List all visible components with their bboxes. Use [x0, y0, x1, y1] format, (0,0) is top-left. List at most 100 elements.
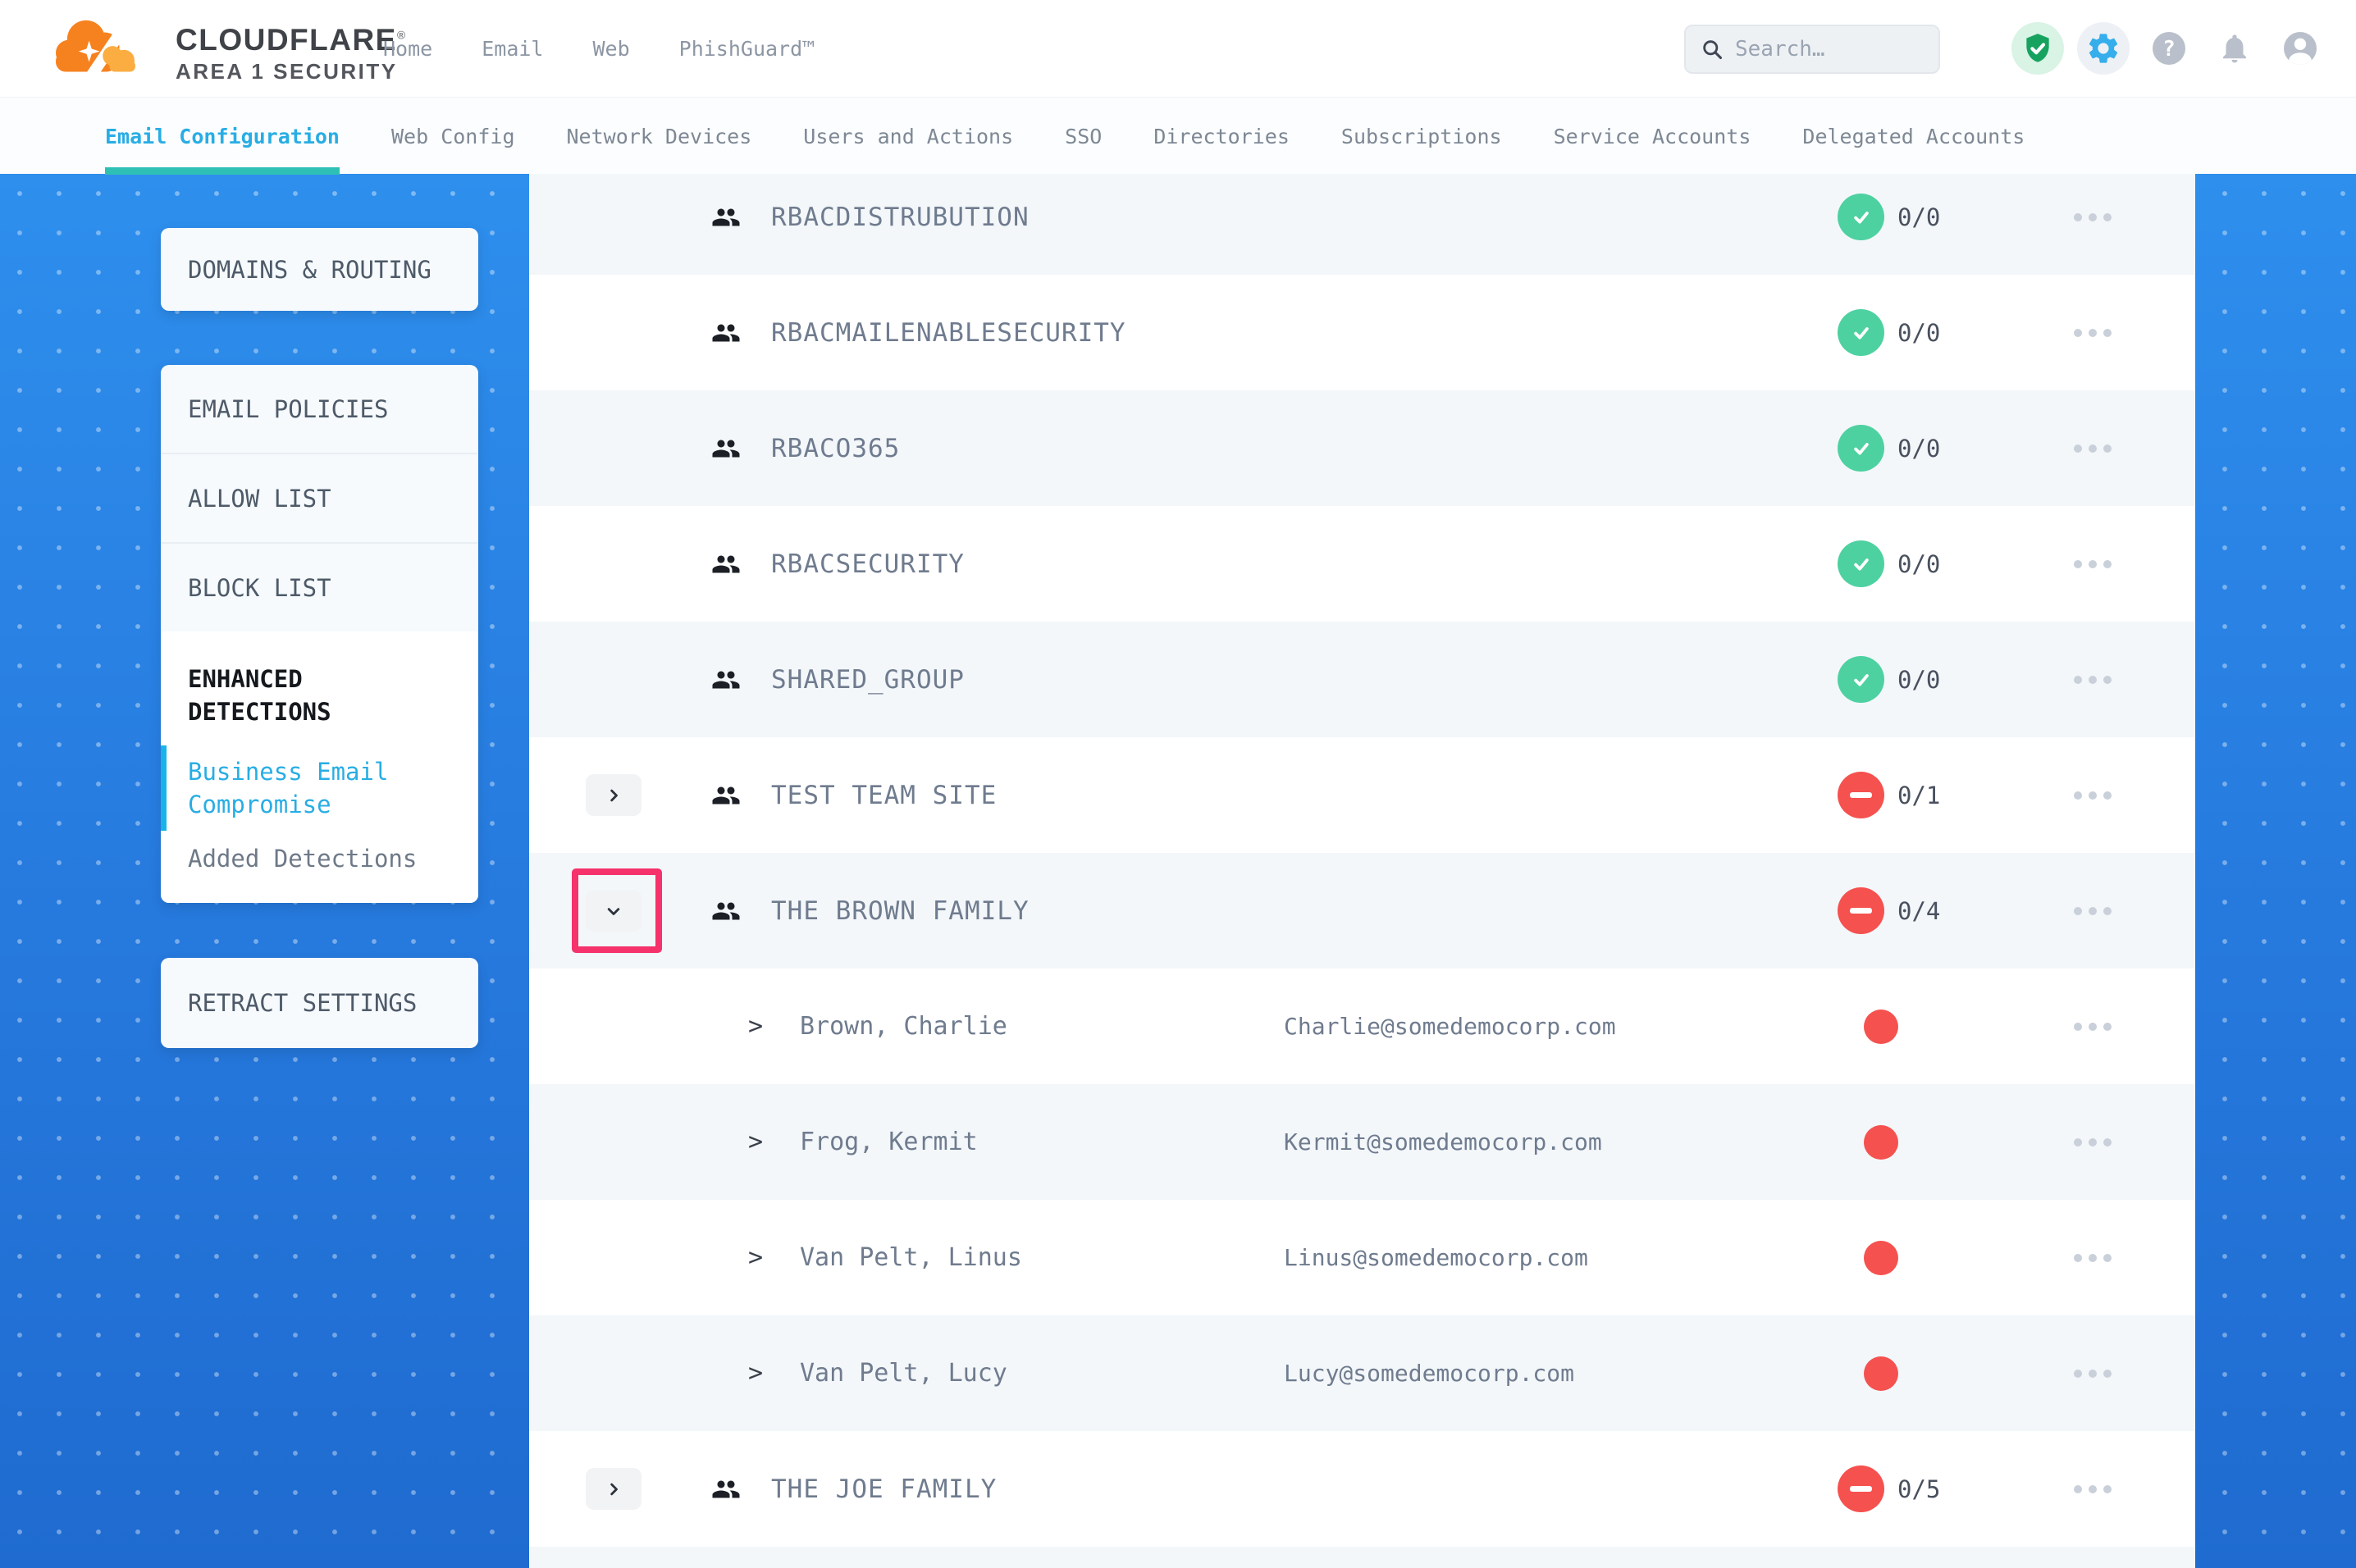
nav-item-email[interactable]: Email	[482, 37, 543, 61]
sidebar-item-label: Added Detections	[188, 845, 417, 873]
row-actions-menu[interactable]	[2074, 1431, 2112, 1547]
sidebar-item-business-email-compromise[interactable]: Business Email Compromise	[188, 755, 393, 821]
member-chevron-icon[interactable]: >	[748, 1084, 763, 1200]
cloudflare-cloud-icon	[46, 13, 144, 82]
bell-icon[interactable]	[2208, 22, 2261, 75]
table-row-partial	[529, 1547, 2195, 1568]
member-status-dot	[1864, 1356, 1898, 1391]
status-badge-fail-icon	[1838, 772, 1884, 818]
search-input[interactable]	[1735, 37, 1924, 62]
row-actions-menu[interactable]	[2074, 622, 2112, 737]
group-people-icon	[711, 318, 741, 351]
member-name: Frog, Kermit	[800, 1084, 978, 1200]
sidebar-item-email-policies[interactable]: EMAIL POLICIES	[161, 365, 478, 453]
user-avatar-icon[interactable]	[2274, 22, 2326, 75]
member-status-dot	[1864, 1125, 1898, 1160]
sidebar-card-retract-settings: RETRACT SETTINGS	[161, 958, 478, 1048]
status-count: 0/0	[1897, 275, 1940, 390]
member-email: Kermit@somedemocorp.com	[1284, 1084, 1602, 1200]
tab-subscriptions[interactable]: Subscriptions	[1341, 98, 1502, 175]
member-status-dot	[1864, 1241, 1898, 1275]
member-email: Charlie@somedemocorp.com	[1284, 969, 1616, 1084]
search-icon	[1701, 37, 1724, 62]
search-box[interactable]	[1684, 25, 1940, 74]
status-count: 0/4	[1897, 853, 1940, 969]
group-people-icon	[711, 434, 741, 467]
nav-item-home[interactable]: Home	[383, 37, 432, 61]
member-chevron-icon[interactable]: >	[748, 969, 763, 1084]
tab-users-and-actions[interactable]: Users and Actions	[803, 98, 1013, 175]
header-icon-group: ?	[2011, 22, 2326, 75]
table-row-group: RBACO3650/0	[529, 390, 2195, 506]
expand-group-button[interactable]	[586, 774, 642, 816]
group-name: TEST TEAM SITE	[771, 737, 997, 853]
member-name: Van Pelt, Lucy	[800, 1315, 1007, 1431]
group-people-icon	[711, 549, 741, 582]
tab-delegated-accounts[interactable]: Delegated Accounts	[1802, 98, 2025, 175]
tab-web-config[interactable]: Web Config	[391, 98, 515, 175]
row-actions-menu[interactable]	[2074, 737, 2112, 853]
status-count: 0/1	[1897, 737, 1940, 853]
member-chevron-icon[interactable]: >	[748, 1200, 763, 1315]
sidebar-item-added-detections[interactable]: Added Detections	[188, 842, 434, 875]
group-people-icon	[711, 203, 741, 235]
member-status-dot	[1864, 1010, 1898, 1044]
sidebar-item-label: Business Email Compromise	[188, 758, 388, 818]
row-actions-menu[interactable]	[2074, 1200, 2112, 1315]
status-badge-pass-icon	[1838, 540, 1884, 587]
group-name: RBACSECURITY	[771, 506, 965, 622]
tab-service-accounts[interactable]: Service Accounts	[1554, 98, 1751, 175]
row-actions-menu[interactable]	[2074, 853, 2112, 969]
table-row-group: TEST TEAM SITE 0/1	[529, 737, 2195, 853]
table-row-member: >Van Pelt, LinusLinus@somedemocorp.com	[529, 1200, 2195, 1315]
group-name: RBACMAILENABLESECURITY	[771, 275, 1126, 390]
group-name: SHARED_GROUP	[771, 622, 965, 737]
tab-directories[interactable]: Directories	[1153, 98, 1290, 175]
gear-icon[interactable]	[2077, 22, 2130, 75]
collapse-group-button[interactable]	[586, 890, 642, 932]
row-actions-menu[interactable]	[2074, 506, 2112, 622]
tab-email-configuration[interactable]: Email Configuration	[105, 98, 340, 175]
row-actions-menu[interactable]	[2074, 1084, 2112, 1200]
table-row-group: THE JOE FAMILY 0/5	[529, 1431, 2195, 1547]
member-email: Lucy@somedemocorp.com	[1284, 1315, 1574, 1431]
svg-text:?: ?	[2162, 37, 2176, 62]
row-actions-menu[interactable]	[2074, 1315, 2112, 1431]
member-name: Brown, Charlie	[800, 969, 1007, 1084]
nav-item-phishguard-[interactable]: PhishGuard™	[679, 37, 815, 61]
enhanced-detections-title: ENHANCED DETECTIONS	[188, 663, 409, 728]
status-badge-pass-icon	[1838, 656, 1884, 703]
table-row-member: > Brown, Charlie Charlie@somedemocorp.com	[529, 969, 2195, 1084]
row-actions-menu[interactable]	[2074, 390, 2112, 506]
group-name: RBACDISTRUBUTION	[771, 174, 1030, 275]
group-people-icon	[711, 665, 741, 698]
config-tabs: Email Configuration Web Config Network Dev…	[105, 98, 2025, 175]
status-badge-pass-icon	[1838, 309, 1884, 356]
group-people-icon	[711, 896, 741, 929]
sidebar-item-domains-routing[interactable]: DOMAINS & ROUTING	[161, 228, 478, 311]
row-actions-menu[interactable]	[2074, 275, 2112, 390]
expand-group-button[interactable]	[586, 1468, 642, 1510]
sidebar-item-allow-list[interactable]: ALLOW LIST	[161, 454, 478, 542]
group-people-icon	[711, 781, 741, 814]
groups-panel: RBACDISTRUBUTION0/0RBACMAILENABLESECURIT…	[529, 174, 2195, 1568]
row-actions-menu[interactable]	[2074, 969, 2112, 1084]
table-row-group: RBACSECURITY0/0	[529, 506, 2195, 622]
status-count: 0/0	[1897, 390, 1940, 506]
tab-network-devices[interactable]: Network Devices	[567, 98, 752, 175]
help-icon[interactable]: ?	[2143, 22, 2195, 75]
group-name: THE JOE FAMILY	[771, 1431, 997, 1547]
sidebar-item-block-list[interactable]: BLOCK LIST	[161, 544, 478, 631]
tab-sso[interactable]: SSO	[1065, 98, 1102, 175]
row-actions-menu[interactable]	[2074, 174, 2112, 275]
nav-item-web[interactable]: Web	[592, 37, 629, 61]
shield-check-icon[interactable]	[2011, 22, 2064, 75]
main-area: DOMAINS & ROUTING EMAIL POLICIES ALLOW L…	[0, 174, 2356, 1568]
member-chevron-icon[interactable]: >	[748, 1315, 763, 1431]
secondary-nav: Email Configuration Web Config Network Dev…	[0, 97, 2356, 174]
sidebar-item-retract-settings[interactable]: RETRACT SETTINGS	[161, 958, 478, 1048]
status-count: 0/5	[1897, 1431, 1940, 1547]
active-item-accent-bar	[161, 745, 167, 831]
table-row-group: THE BROWN FAMILY0/4	[529, 853, 2195, 969]
table-row-group: RBACDISTRUBUTION0/0	[529, 174, 2195, 275]
